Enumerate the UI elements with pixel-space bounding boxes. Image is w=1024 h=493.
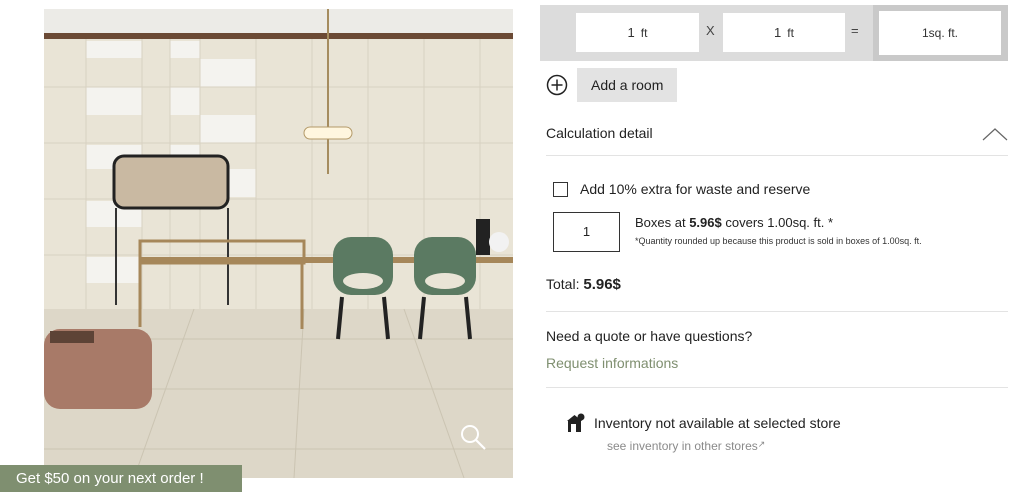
area-calculator: 1 ft X 1 ft = 1sq. ft. — [540, 5, 1008, 61]
boxes-suffix: covers 1.00sq. ft. * — [721, 215, 834, 230]
inventory-status: Inventory not available at selected stor… — [567, 413, 841, 433]
product-image[interactable] — [44, 9, 513, 478]
boxes-rounding-note: *Quantity rounded up because this produc… — [635, 236, 922, 246]
quote-question: Need a quote or have questions? — [546, 328, 753, 344]
area-result: 1sq. ft. — [879, 11, 1001, 55]
chevron-up-icon[interactable] — [982, 127, 1008, 141]
add-room-row: Add a room — [546, 68, 678, 102]
other-stores-link[interactable]: see inventory in other stores↗ — [607, 439, 765, 453]
store-icon — [567, 413, 585, 432]
times-operator: X — [706, 23, 715, 38]
equals-operator: = — [851, 23, 859, 38]
add-room-button[interactable]: Add a room — [577, 68, 678, 102]
width-unit: ft — [787, 25, 794, 40]
waste-option: Add 10% extra for waste and reserve — [553, 181, 810, 197]
waste-checkbox[interactable] — [553, 181, 568, 197]
total-value: 5.96$ — [583, 276, 621, 293]
length-input[interactable]: 1 ft — [576, 13, 699, 52]
total-label: Total: — [546, 276, 584, 292]
inventory-status-text: Inventory not available at selected stor… — [594, 415, 841, 431]
boxes-quantity-input[interactable]: 1 — [553, 212, 620, 252]
plus-circle-icon[interactable] — [546, 74, 568, 96]
promo-banner[interactable]: Get $50 on your next order ! — [0, 465, 242, 492]
room-scene-illustration — [44, 9, 513, 478]
calculation-detail-toggle[interactable]: Calculation detail — [546, 125, 1008, 156]
box-price: 5.96$ — [689, 215, 722, 230]
length-value: 1 — [627, 25, 635, 40]
waste-label: Add 10% extra for waste and reserve — [580, 181, 811, 197]
boxes-prefix: Boxes at — [635, 215, 690, 230]
total-row: Total: 5.96$ — [546, 276, 1008, 312]
divider — [546, 387, 1008, 388]
other-stores-label: see inventory in other stores — [607, 439, 758, 453]
request-informations-link[interactable]: Request informations — [546, 355, 678, 371]
width-input[interactable]: 1 ft — [723, 13, 845, 52]
boxes-info: Boxes at 5.96$ covers 1.00sq. ft. * — [635, 215, 833, 230]
width-value: 1 — [774, 25, 782, 40]
search-icon[interactable] — [458, 422, 488, 452]
external-link-icon: ↗ — [757, 439, 766, 449]
promo-label: Get $50 on your next order ! — [16, 470, 204, 487]
area-result-wrapper: 1sq. ft. — [873, 5, 1008, 61]
calculation-detail-label: Calculation detail — [546, 125, 653, 141]
length-unit: ft — [640, 25, 648, 40]
